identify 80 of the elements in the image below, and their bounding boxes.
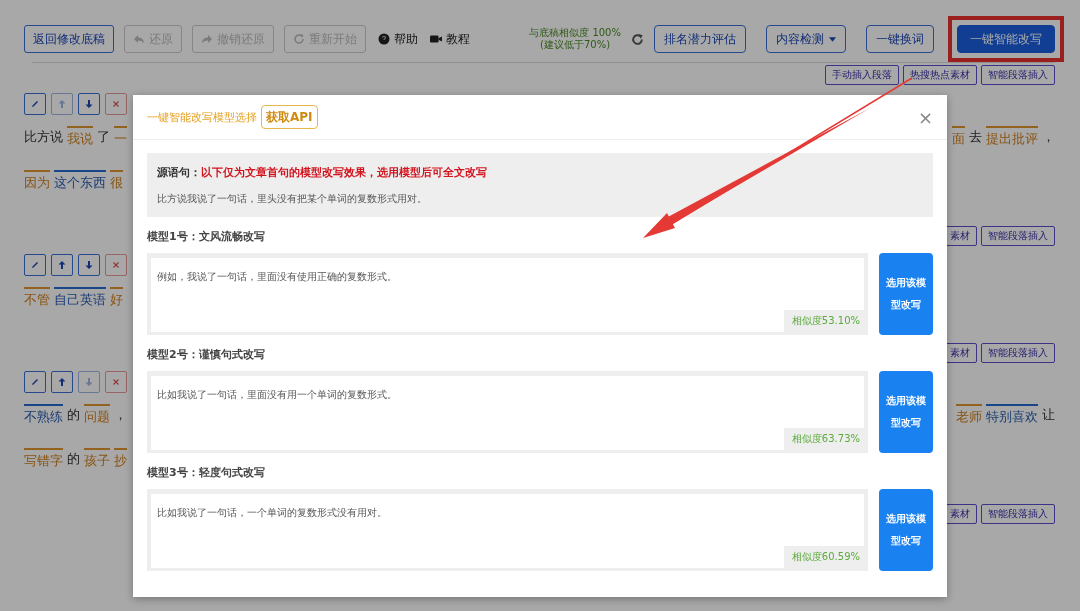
paragraph-word: 好: [110, 287, 123, 309]
paragraph-word: 了: [97, 128, 110, 146]
source-note: 以下仅为文章首句的模型改写效果，选用模型后可全文改写: [201, 164, 487, 180]
paragraph-word: 自己英语: [54, 287, 106, 309]
toolbar-button[interactable]: 排名潜力评估: [654, 25, 746, 53]
down-arrow-icon: [84, 260, 94, 270]
use-model-button[interactable]: 选用该模型改写: [879, 253, 933, 335]
close-icon: [111, 377, 121, 387]
paragraph-tool-button[interactable]: [51, 371, 73, 393]
paragraph-word: 抄: [114, 448, 127, 470]
paragraph-word: 的: [67, 406, 80, 424]
paragraph-word: ，: [1042, 128, 1055, 146]
toolbar-link[interactable]: 教程: [430, 30, 470, 48]
up-arrow-icon: [57, 99, 67, 109]
help-icon: [378, 33, 390, 45]
insert-button[interactable]: 智能段落插入: [981, 504, 1055, 524]
pencil-icon: [30, 99, 40, 109]
undo-icon: [133, 33, 145, 45]
down-arrow-icon: [84, 377, 94, 387]
up-arrow-icon: [57, 377, 67, 387]
similarity-note: 与底稿相似度 100% (建议低于70%): [529, 27, 621, 51]
insert-button[interactable]: 智能段落插入: [981, 343, 1055, 363]
paragraph-tool-button[interactable]: [24, 371, 46, 393]
api-button[interactable]: 获取API: [261, 105, 318, 129]
toolbar-button[interactable]: 返回修改底稿: [24, 25, 114, 53]
paragraph-tool-button[interactable]: [24, 93, 46, 115]
pencil-icon: [30, 260, 40, 270]
source-label: 源语句：: [157, 164, 201, 180]
down-arrow-icon: [84, 99, 94, 109]
model-label: 模型3号：轻度句式改写: [147, 465, 266, 480]
toolbar-button[interactable]: 内容检测: [766, 25, 846, 53]
toolbar-link[interactable]: 帮助: [378, 30, 418, 48]
toolbar-button[interactable]: 一键智能改写: [957, 25, 1055, 53]
use-model-button[interactable]: 选用该模型改写: [879, 371, 933, 453]
paragraph-word: 写错字: [24, 448, 63, 470]
paragraph-word: 这个东西: [54, 170, 106, 192]
toolbar-button[interactable]: 一键换词: [866, 25, 934, 53]
paragraph-word: 不管: [24, 287, 50, 309]
paragraph-word: 因为: [24, 170, 50, 192]
paragraph-word: 孩子: [84, 448, 110, 470]
up-arrow-icon: [57, 260, 67, 270]
paragraph-tool-button[interactable]: [24, 254, 46, 276]
paragraph-word: 让: [1042, 406, 1055, 424]
source-sentence: 比方说我说了一句话，里头没有把某个单词的复数形式用对。: [157, 191, 428, 206]
paragraph-word: 面: [952, 126, 965, 148]
paragraph-word: 很: [110, 170, 123, 192]
dialog-title: 一键智能改写模型选择: [147, 109, 257, 125]
paragraph-word: 的: [67, 450, 80, 468]
redo-icon: [201, 33, 213, 45]
paragraph-word: 提出批评: [986, 126, 1038, 148]
model-label: 模型2号：谨慎句式改写: [147, 347, 266, 362]
model-label: 模型1号：文风流畅改写: [147, 229, 266, 244]
paragraph-tool-button[interactable]: [78, 254, 100, 276]
insert-button[interactable]: 智能段落插入: [981, 65, 1055, 85]
paragraph-tool-button[interactable]: [51, 254, 73, 276]
rewrite-text: 比如我说了一句话，一个单词的复数形式没有用对。: [157, 507, 387, 518]
paragraph-word: 特别喜欢: [986, 404, 1038, 426]
close-button[interactable]: ×: [917, 106, 933, 128]
rewrite-text: 例如，我说了一句话，里面没有使用正确的复数形式。: [157, 271, 397, 282]
insert-button[interactable]: 手动插入段落: [825, 65, 899, 85]
close-icon: [111, 99, 121, 109]
paragraph-word: 去: [969, 128, 982, 146]
paragraph-tool-button[interactable]: [78, 93, 100, 115]
paragraph-word: ，: [114, 406, 127, 424]
paragraph-word: 比方说: [24, 128, 63, 146]
paragraph-word: 不熟练: [24, 404, 63, 426]
close-icon: [111, 260, 121, 270]
paragraph-word: 一: [114, 126, 127, 148]
refresh-icon: [293, 33, 305, 45]
video-camera-icon: [430, 33, 442, 45]
use-model-button[interactable]: 选用该模型改写: [879, 489, 933, 571]
paragraph-word: 我说: [67, 126, 93, 148]
rewrite-text: 比如我说了一句话，里面没有用一个单词的复数形式。: [157, 389, 397, 400]
insert-button[interactable]: 智能段落插入: [981, 226, 1055, 246]
paragraph-word: 问题: [84, 404, 110, 426]
refresh-icon[interactable]: [631, 32, 644, 46]
caret-icon: [829, 36, 836, 42]
insert-button[interactable]: 热搜热点素材: [903, 65, 977, 85]
paragraph-word: 老师: [956, 404, 982, 426]
pencil-icon: [30, 377, 40, 387]
